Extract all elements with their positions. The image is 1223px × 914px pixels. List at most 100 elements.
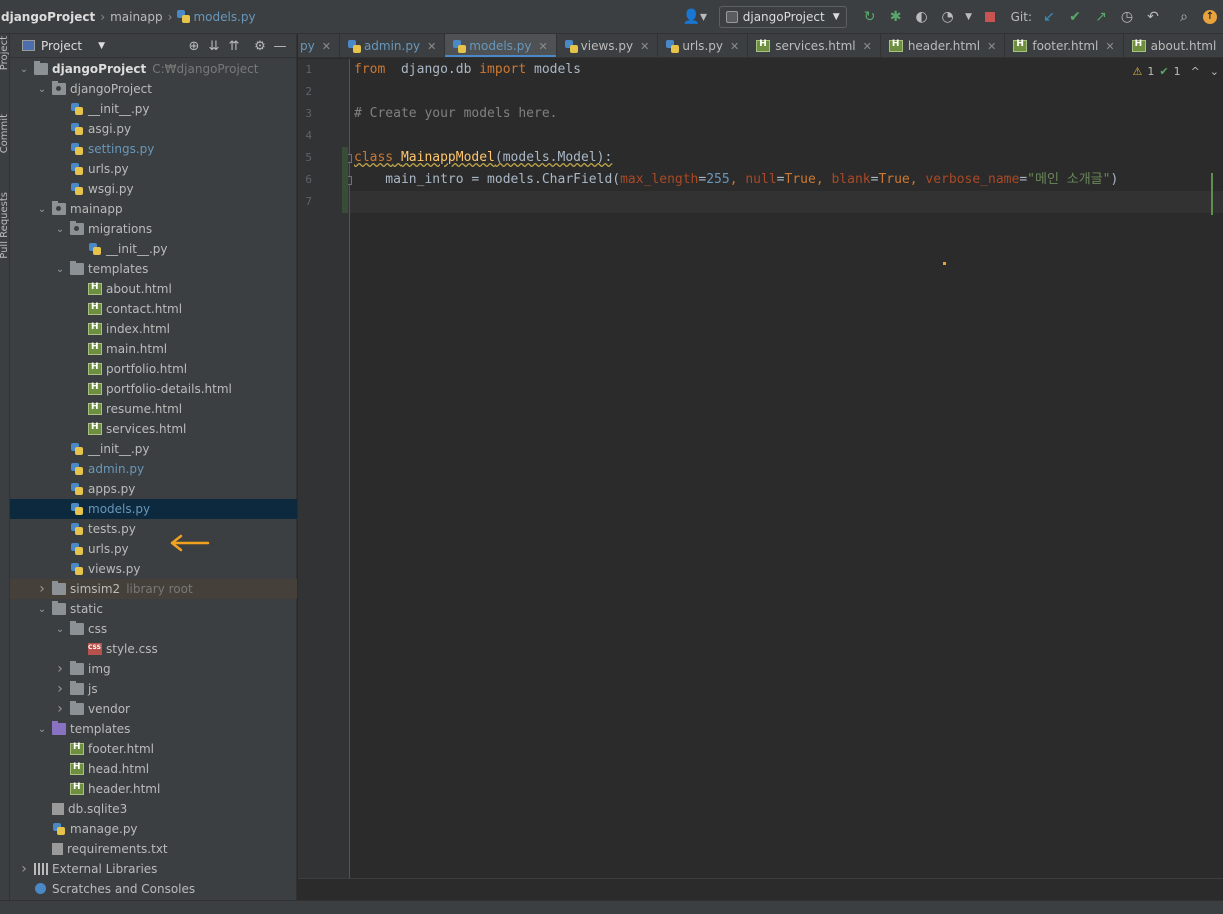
git-push-icon[interactable]: ↗ [1089,5,1113,29]
chevron-down-icon[interactable]: ⌄ [36,204,48,215]
tree-item[interactable]: ›style.css [10,639,297,659]
collapse-all-icon[interactable]: ⇈ [224,37,244,55]
tree-item[interactable]: ⌄ djangoProject C:₩djangoProject [10,59,297,79]
chevron-right-icon[interactable]: › [54,701,66,717]
vcs-change-marker[interactable] [342,147,348,213]
close-icon[interactable]: ✕ [640,40,649,53]
editor-tab[interactable]: about.html✕ [1124,34,1223,57]
expand-all-icon[interactable]: ⇊ [204,37,224,55]
close-icon[interactable]: ✕ [427,40,436,53]
tree-item[interactable]: ›apps.py [10,479,297,499]
project-view-select[interactable]: Project ▼ [22,39,105,53]
code-line[interactable]: from django.db import models [354,59,581,81]
editor-tab[interactable]: services.html ✕ [748,34,881,57]
chevron-down-icon[interactable]: ⌄ [36,84,48,95]
close-icon[interactable]: ✕ [1105,40,1114,53]
chevron-down-icon[interactable]: ⌄ [54,224,66,235]
tree-item[interactable]: ⌄ static [10,599,297,619]
tree-item[interactable]: ›portfolio.html [10,359,297,379]
tree-item[interactable]: › simsim2 library root [10,579,297,599]
editor-tab[interactable]: urls.py ✕ [658,34,749,57]
chevron-right-icon[interactable]: › [36,581,48,597]
code-line[interactable]: main_intro = models.CharField(max_length… [354,169,1118,191]
rollback-icon[interactable]: ↶ [1141,5,1165,29]
close-icon[interactable]: ✕ [987,40,996,53]
breadcrumb-project[interactable]: djangoProject [1,10,95,24]
tree-item[interactable]: ›services.html [10,419,297,439]
previous-highlight-icon[interactable]: ^ [1191,65,1200,78]
editor-tab[interactable]: py ✕ [298,34,340,57]
tree-item[interactable]: ›db.sqlite3 [10,799,297,819]
editor-tab[interactable]: header.html ✕ [881,34,1006,57]
tree-item[interactable]: ›asgi.py [10,119,297,139]
tree-item[interactable]: ›contact.html [10,299,297,319]
tree-item[interactable]: ›index.html [10,319,297,339]
profile-icon[interactable]: ◔ [936,5,960,29]
tree-item[interactable]: › vendor [10,699,297,719]
tree-item[interactable]: ⌄ mainapp [10,199,297,219]
tree-item[interactable]: ›__init__.py [10,239,297,259]
tree-item[interactable]: ›portfolio-details.html [10,379,297,399]
chevron-right-icon[interactable]: › [18,861,30,877]
git-commit-icon[interactable]: ✔ [1063,5,1087,29]
tree-item[interactable]: ›wsgi.py [10,179,297,199]
tree-item[interactable]: ›footer.html [10,739,297,759]
coverage-icon[interactable]: ◐ [910,5,934,29]
run-configuration-select[interactable]: djangoProject ▼ [718,6,847,28]
editor-tab[interactable]: views.py ✕ [557,34,659,57]
project-tool-tab[interactable]: Project [0,36,10,70]
hide-panel-icon[interactable]: — [270,37,290,55]
chevron-right-icon[interactable]: › [54,661,66,677]
tree-item[interactable]: ›views.py [10,559,297,579]
tree-item[interactable]: ›about.html [10,279,297,299]
tree-item[interactable]: ›settings.py [10,139,297,159]
tree-item[interactable]: ⌄ djangoProject [10,79,297,99]
code-line[interactable]: # Create your models here. [354,103,558,125]
more-run-chevron-icon[interactable]: ▼ [962,5,976,29]
tree-item[interactable]: ›requirements.txt [10,839,297,859]
chevron-down-icon[interactable]: ⌄ [36,724,48,735]
tree-item[interactable]: ⌄ css [10,619,297,639]
tree-item[interactable]: ›resume.html [10,399,297,419]
tree-item[interactable]: › js [10,679,297,699]
inspection-widget[interactable]: ⚠ 1 ✔ 1 ^ ⌄ [1127,65,1219,78]
git-update-icon[interactable]: ↙ [1037,5,1061,29]
breadcrumb-folder[interactable]: mainapp [110,10,163,24]
chevron-down-icon[interactable]: ⌄ [18,64,30,75]
code-line[interactable]: class MainappModel(models.Model): [354,147,612,169]
code-editor[interactable]: 1 2 3 4 5 6 7 from django.db import models # Cr… [298,59,1223,878]
tree-item[interactable]: ›head.html [10,759,297,779]
tree-item[interactable]: ›urls.py [10,159,297,179]
search-icon[interactable]: ⌕ [1172,5,1196,29]
rerun-icon[interactable]: ↻ [858,5,882,29]
editor-tab[interactable]: footer.html ✕ [1005,34,1124,57]
tree-item[interactable]: ›__init__.py [10,99,297,119]
tree-item[interactable]: ›__init__.py [10,439,297,459]
chevron-down-icon[interactable]: ⌄ [36,604,48,615]
tree-item[interactable]: ›models.py [10,499,297,519]
debug-icon[interactable]: ✱ [884,5,908,29]
tree-item[interactable]: › External Libraries [10,859,297,879]
tree-item[interactable]: ⌄ templates [10,259,297,279]
update-available-icon[interactable]: ↑ [1198,5,1222,29]
tree-item[interactable]: ›header.html [10,779,297,799]
close-icon[interactable]: ✕ [538,40,547,53]
gear-icon[interactable]: ⚙ [250,37,270,55]
tree-item[interactable]: ›admin.py [10,459,297,479]
chevron-down-icon[interactable]: ⌄ [54,624,66,635]
close-icon[interactable]: ✕ [863,40,872,53]
tree-item[interactable]: ›tests.py [10,519,297,539]
tree-item[interactable]: ›Scratches and Consoles [10,879,297,899]
user-icon[interactable]: 👤▾ [678,5,712,29]
next-highlight-icon[interactable]: ⌄ [1210,65,1219,78]
breadcrumb-file[interactable]: models.py [177,10,256,24]
tree-item[interactable]: ›manage.py [10,819,297,839]
commit-tool-tab[interactable]: Commit [0,114,10,153]
tree-item[interactable]: ›main.html [10,339,297,359]
tree-item[interactable]: ⌄ templates [10,719,297,739]
editor-tab[interactable]: admin.py ✕ [340,34,446,57]
tree-item[interactable]: › img [10,659,297,679]
history-icon[interactable]: ◷ [1115,5,1139,29]
code-line[interactable] [350,191,1223,213]
chevron-down-icon[interactable]: ⌄ [54,264,66,275]
